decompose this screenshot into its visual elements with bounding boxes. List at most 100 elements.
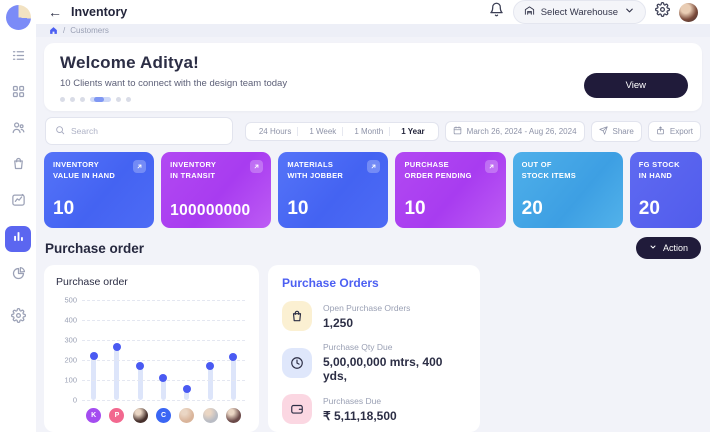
range-1-week[interactable]: 1 Week xyxy=(303,127,343,136)
notification-bell-button[interactable] xyxy=(489,2,504,22)
carousel-dot[interactable] xyxy=(126,97,131,102)
stat-value: 100000000 xyxy=(170,202,262,220)
chart-avatars: KP C xyxy=(82,406,245,424)
search-input[interactable] xyxy=(71,126,223,136)
po-row-purchases-due: Purchases Due ₹ 5,11,18,500 xyxy=(282,394,466,424)
arrow-up-right-icon[interactable] xyxy=(485,160,498,173)
carousel-dot-active[interactable] xyxy=(90,97,111,102)
settings-button[interactable] xyxy=(655,2,670,22)
stat-label: PURCHASE xyxy=(404,160,449,169)
carousel-dot[interactable] xyxy=(80,97,85,102)
arrow-up-right-icon[interactable] xyxy=(133,160,146,173)
stat-card-out-of-stock-items[interactable]: OUT OF STOCK ITEMS 20 xyxy=(513,152,623,228)
back-button[interactable]: ← xyxy=(48,5,62,19)
home-icon[interactable] xyxy=(49,26,58,35)
chart-title: Purchase order xyxy=(56,276,247,288)
warehouse-selector[interactable]: Select Warehouse xyxy=(513,0,646,24)
sidebar-item-customers[interactable] xyxy=(6,118,30,142)
po-row-value: 1,250 xyxy=(323,316,410,330)
stat-value: 20 xyxy=(522,198,614,220)
action-button[interactable]: Action xyxy=(636,237,701,259)
stat-card-purchase-order-pending[interactable]: PURCHASEORDER PENDING 10 xyxy=(395,152,505,228)
chart-avatar: K xyxy=(86,408,101,423)
lollipop-stem xyxy=(114,348,119,400)
chart-avatar xyxy=(226,408,241,423)
sidebar-item-analytics[interactable] xyxy=(6,264,30,288)
y-axis-label: 100 xyxy=(56,376,77,385)
stat-label: FG STOCK xyxy=(639,160,680,169)
chart-point xyxy=(82,300,105,400)
breadcrumb-item-customers[interactable]: Customers xyxy=(70,26,109,35)
stat-cards-row: INVENTORYVALUE IN HAND 10 INVENTORYIN TR… xyxy=(44,152,702,228)
purchase-order-section-header: Purchase order Action xyxy=(45,237,701,259)
data-point-dot xyxy=(183,385,191,393)
stat-card-fg-stock-in-hand[interactable]: FG STOCKIN HAND 20 xyxy=(630,152,702,228)
chart-point xyxy=(152,300,175,400)
data-point-dot xyxy=(136,362,144,370)
purchase-orders-title: Purchase Orders xyxy=(282,276,466,290)
stat-label: WITH JOBBER xyxy=(287,171,343,180)
search-icon xyxy=(55,122,65,140)
range-1-month[interactable]: 1 Month xyxy=(348,127,390,136)
search-box[interactable] xyxy=(45,117,233,145)
stat-label: INVENTORY xyxy=(53,160,99,169)
export-icon xyxy=(656,126,665,137)
y-axis-label: 300 xyxy=(56,336,77,345)
sidebar-item-reports[interactable] xyxy=(6,190,30,214)
chart-avatar: P xyxy=(109,408,124,423)
sidebar-item-inventory[interactable] xyxy=(5,226,31,252)
page-title: Inventory xyxy=(71,5,127,19)
po-row-value: ₹ 5,11,18,500 xyxy=(323,409,397,423)
user-avatar[interactable] xyxy=(679,3,698,22)
po-row-open-orders: Open Purchase Orders 1,250 xyxy=(282,301,466,331)
date-range-label: March 26, 2024 - Aug 26, 2024 xyxy=(467,127,577,136)
lollipop-stem xyxy=(161,379,166,400)
carousel-dot[interactable] xyxy=(60,97,65,102)
sidebar-item-tasks[interactable] xyxy=(6,46,30,70)
range-1-year[interactable]: 1 Year xyxy=(395,127,430,136)
chart-point xyxy=(222,300,245,400)
share-label: Share xyxy=(613,127,634,136)
chevron-down-icon xyxy=(649,243,657,253)
carousel-dot[interactable] xyxy=(70,97,75,102)
chevron-down-icon xyxy=(624,5,635,19)
chart-avatar: C xyxy=(156,408,171,423)
arrow-up-right-icon[interactable] xyxy=(367,160,380,173)
stat-label: OUT OF xyxy=(522,160,552,169)
po-row-label: Purchases Due xyxy=(323,396,397,406)
stat-card-materials-with-jobber[interactable]: MATERIALSWITH JOBBER 10 xyxy=(278,152,388,228)
lollipop-stem xyxy=(231,358,236,400)
share-button[interactable]: Share xyxy=(591,121,642,142)
lollipop-stem xyxy=(91,357,96,400)
range-24-hours[interactable]: 24 Hours xyxy=(253,127,298,136)
date-range-picker[interactable]: March 26, 2024 - Aug 26, 2024 xyxy=(445,121,585,142)
stat-label: STOCK ITEMS xyxy=(522,171,576,180)
top-bar: ← Inventory Select Warehouse xyxy=(36,0,710,24)
report-chart-icon xyxy=(11,192,26,212)
stat-card-inventory-in-transit[interactable]: INVENTORYIN TRANSIT 100000000 xyxy=(161,152,271,228)
sidebar-item-orders[interactable] xyxy=(6,154,30,178)
arrow-up-right-icon[interactable] xyxy=(250,160,263,173)
carousel-dot[interactable] xyxy=(116,97,121,102)
gridline xyxy=(82,320,245,321)
view-button[interactable]: View xyxy=(584,73,688,98)
po-row-label: Purchase Qty Due xyxy=(323,342,466,352)
bag-icon xyxy=(282,301,312,331)
chart-point xyxy=(105,300,128,400)
stat-card-inventory-value-in-hand[interactable]: INVENTORYVALUE IN HAND 10 xyxy=(44,152,154,228)
wallet-icon xyxy=(282,394,312,424)
calendar-icon xyxy=(453,126,462,137)
chart-point xyxy=(198,300,221,400)
export-button[interactable]: Export xyxy=(648,121,701,142)
chart-point xyxy=(175,300,198,400)
chart-points xyxy=(82,300,245,400)
chart-avatar xyxy=(133,408,148,423)
sidebar-item-dashboard[interactable] xyxy=(6,82,30,106)
sidebar-item-settings[interactable] xyxy=(6,306,30,330)
stat-value: 20 xyxy=(639,198,693,220)
po-row-label: Open Purchase Orders xyxy=(323,303,410,313)
app-logo xyxy=(6,5,31,30)
chart-avatar xyxy=(203,408,218,423)
warehouse-selector-label: Select Warehouse xyxy=(541,7,618,18)
po-row-value: 5,00,00,000 mtrs, 400 yds, xyxy=(323,355,466,383)
